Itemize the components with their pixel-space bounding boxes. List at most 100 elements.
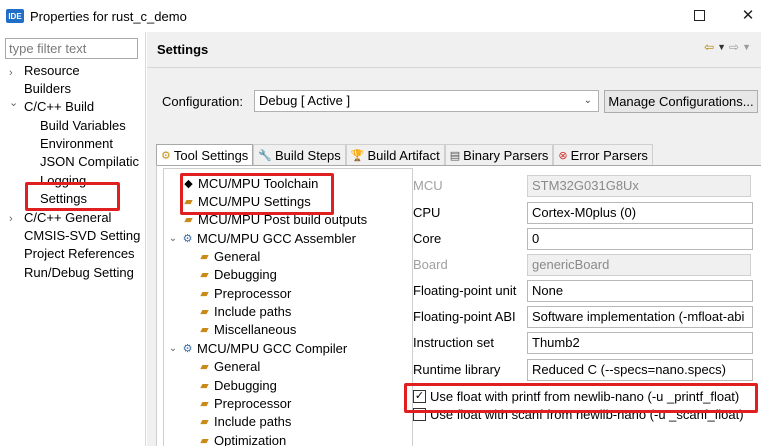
- tool-tree-item-asm-general[interactable]: ▰ General: [198, 248, 260, 266]
- tree-label: MCU/MPU Settings: [198, 194, 311, 209]
- sidebar-item-cmsis-svd-settings[interactable]: CMSIS-SVD Setting: [24, 227, 140, 245]
- sidebar-item-run-debug-settings[interactable]: Run/Debug Setting: [24, 264, 134, 282]
- sidebar-item-settings[interactable]: Settings: [40, 190, 87, 208]
- tab-build-steps[interactable]: 🔧 Build Steps: [253, 144, 346, 166]
- instruction-set-select[interactable]: Thumb2: [527, 332, 753, 354]
- wrench-icon: 🔧: [258, 149, 273, 162]
- settings-page-icon: ▰: [200, 306, 209, 318]
- configuration-value: Debug [ Active ]: [259, 93, 351, 108]
- tree-label: MCU/MPU Post build outputs: [198, 212, 368, 227]
- printf-float-checkbox[interactable]: ✓ Use float with printf from newlib-nano…: [413, 387, 739, 405]
- tab-build-artifact[interactable]: 🏆 Build Artifact: [345, 144, 445, 166]
- tool-tree-item-compiler[interactable]: ⌄ ⚙ MCU/MPU GCC Compiler: [168, 340, 347, 358]
- tool-tree-item-assembler[interactable]: ⌄ ⚙ MCU/MPU GCC Assembler: [168, 230, 356, 248]
- settings-page-icon: ▰: [200, 398, 209, 410]
- manage-configurations-button[interactable]: Manage Configurations...: [604, 90, 758, 113]
- settings-page-icon: ▰: [200, 361, 209, 373]
- sidebar-item-cpp-general[interactable]: C/C++ General: [24, 209, 111, 227]
- tool-tree-item-mcu-settings[interactable]: ▰ MCU/MPU Settings: [182, 193, 311, 211]
- tree-label: MCU/MPU GCC Compiler: [197, 341, 348, 356]
- maximize-icon: [693, 9, 705, 21]
- chevron-right-icon[interactable]: ›: [9, 67, 19, 79]
- tab-binary-parsers[interactable]: ▤ Binary Parsers: [444, 144, 554, 166]
- chevron-right-icon[interactable]: ›: [9, 213, 19, 225]
- tool-tree-item-asm-preprocessor[interactable]: ▰ Preprocessor: [198, 285, 291, 303]
- core-label: Core: [413, 231, 442, 246]
- tab-label: Build Steps: [275, 147, 341, 163]
- toolchain-icon: ◆: [184, 178, 193, 190]
- tool-tree-item-asm-debugging[interactable]: ▰ Debugging: [198, 266, 277, 284]
- fpu-label: Floating-point unit: [413, 283, 517, 298]
- binary-file-icon: ▤: [449, 149, 461, 162]
- fpu-select[interactable]: None: [527, 280, 753, 302]
- chevron-down-icon[interactable]: ⌄: [9, 96, 19, 109]
- runtime-library-select[interactable]: Reduced C (--specs=nano.specs): [527, 359, 753, 381]
- sidebar-item-cpp-build[interactable]: C/C++ Build: [24, 98, 94, 116]
- runtime-library-label: Runtime library: [413, 362, 501, 377]
- checkbox-unchecked-icon[interactable]: [413, 407, 426, 421]
- tool-tree-item-post-build[interactable]: ▰ MCU/MPU Post build outputs: [182, 211, 367, 229]
- mcu-field: STM32G031G8Ux: [527, 175, 751, 197]
- sidebar: type filter text › Resource Builders ⌄ C…: [0, 32, 146, 446]
- settings-panel: Settings ⇦ ▼ ⇨ ▼ Configuration: Debug [ …: [147, 32, 761, 446]
- tree-label: Preprocessor: [214, 396, 292, 411]
- sidebar-item-build-variables[interactable]: Build Variables: [40, 117, 126, 135]
- float-abi-select[interactable]: Software implementation (-mfloat-abi: [527, 306, 753, 328]
- error-icon: ⊗: [558, 149, 568, 162]
- mcu-label: MCU: [413, 178, 443, 193]
- settings-page-icon: ▰: [200, 269, 209, 281]
- sidebar-item-builders[interactable]: Builders: [24, 80, 71, 98]
- tool-tree-item-gcc-general[interactable]: ▰ General: [198, 358, 260, 376]
- chevron-down-icon: ⌄: [583, 95, 592, 106]
- sidebar-item-environment[interactable]: Environment: [40, 135, 113, 153]
- back-arrow-icon[interactable]: ⇦: [704, 40, 714, 54]
- forward-arrow-icon[interactable]: ⇨: [729, 40, 739, 54]
- tool-tree-item-gcc-optimization[interactable]: ▰ Optimization: [198, 432, 286, 446]
- tree-label: Optimization: [214, 433, 287, 446]
- tab-label: Error Parsers: [570, 147, 648, 163]
- tool-settings-content: ◆ MCU/MPU Toolchain ▰ MCU/MPU Settings ▰…: [156, 165, 761, 446]
- tool-tree-item-gcc-preprocessor[interactable]: ▰ Preprocessor: [198, 395, 291, 413]
- forward-menu-chevron-icon[interactable]: ▼: [742, 42, 751, 52]
- tab-label: Tool Settings: [173, 147, 249, 163]
- cpu-select[interactable]: Cortex-M0plus (0): [527, 202, 753, 224]
- filter-input[interactable]: type filter text: [5, 38, 138, 59]
- sidebar-item-json-compilation[interactable]: JSON Compilatic: [40, 153, 139, 171]
- maximize-button[interactable]: [684, 4, 714, 26]
- tree-label: Preprocessor: [214, 286, 292, 301]
- tab-label: Build Artifact: [367, 147, 440, 163]
- tree-label: Miscellaneous: [214, 322, 297, 337]
- configuration-label: Configuration:: [162, 94, 243, 109]
- tree-label: Include paths: [214, 414, 292, 429]
- tree-label: MCU/MPU Toolchain: [198, 176, 319, 191]
- board-field: genericBoard: [527, 254, 751, 276]
- tree-label: General: [214, 249, 261, 264]
- sidebar-item-resource[interactable]: Resource: [24, 62, 80, 80]
- tab-tool-settings[interactable]: ⚙ Tool Settings: [156, 144, 254, 166]
- trophy-icon: 🏆: [350, 149, 365, 162]
- chevron-down-icon[interactable]: ⌄: [168, 340, 178, 358]
- tool-tree-item-toolchain[interactable]: ◆ MCU/MPU Toolchain: [182, 175, 318, 193]
- settings-tabs: ⚙ Tool Settings 🔧 Build Steps 🏆 Build Ar…: [156, 144, 653, 166]
- scanf-float-checkbox[interactable]: Use float with scanf from newlib-nano (-…: [413, 405, 744, 423]
- chevron-down-icon[interactable]: ⌄: [168, 230, 178, 248]
- back-menu-chevron-icon[interactable]: ▼: [717, 42, 726, 52]
- tool-tree: ◆ MCU/MPU Toolchain ▰ MCU/MPU Settings ▰…: [163, 168, 413, 446]
- tool-tree-item-asm-include-paths[interactable]: ▰ Include paths: [198, 303, 291, 321]
- gear-icon: ⚙: [182, 343, 193, 355]
- ide-app-icon: IDE: [6, 9, 24, 23]
- tab-error-parsers[interactable]: ⊗ Error Parsers: [553, 144, 653, 166]
- sidebar-item-project-references[interactable]: Project References: [24, 245, 135, 263]
- tool-tree-item-gcc-debugging[interactable]: ▰ Debugging: [198, 377, 277, 395]
- tool-tree-item-asm-miscellaneous[interactable]: ▰ Miscellaneous: [198, 321, 296, 339]
- close-icon: ✕: [741, 7, 755, 24]
- core-select[interactable]: 0: [527, 228, 753, 250]
- configuration-select[interactable]: Debug [ Active ] ⌄: [254, 90, 599, 112]
- tool-tree-item-gcc-include-paths[interactable]: ▰ Include paths: [198, 413, 291, 431]
- float-abi-label: Floating-point ABI: [413, 309, 516, 324]
- close-button[interactable]: ✕: [733, 4, 761, 26]
- checkbox-label: Use float with printf from newlib-nano (…: [430, 388, 740, 404]
- page-title: Settings: [157, 42, 209, 57]
- sidebar-item-logging[interactable]: Logging: [40, 172, 86, 190]
- checkbox-checked-icon[interactable]: ✓: [413, 389, 426, 403]
